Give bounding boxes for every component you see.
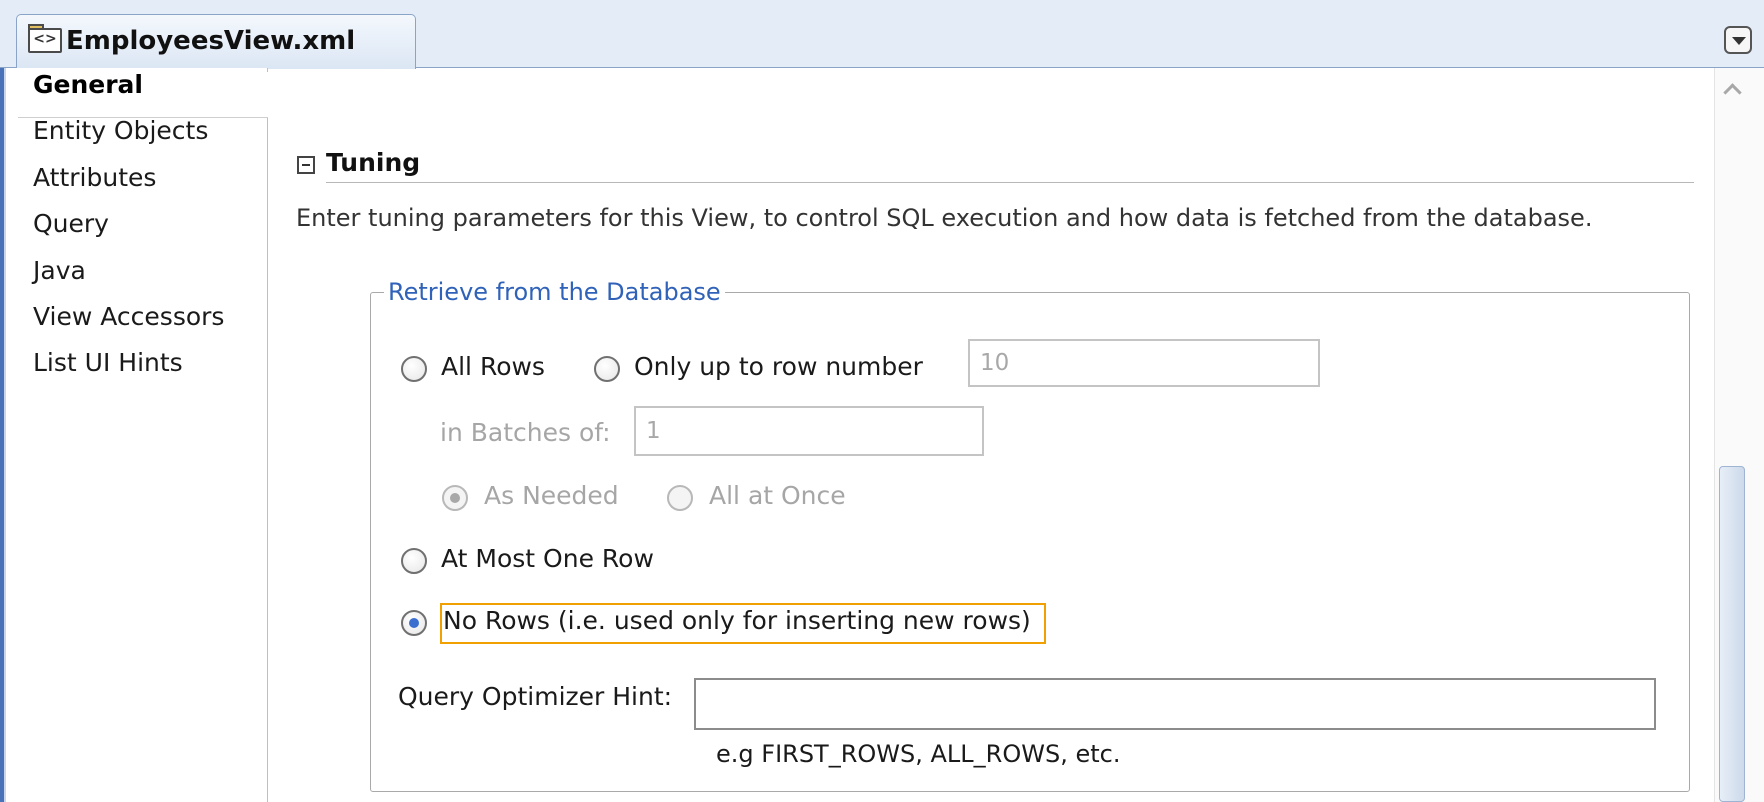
batches-field[interactable]	[634, 406, 984, 456]
only-up-to-label[interactable]: Only up to row number	[634, 352, 923, 381]
scroll-up-arrow-icon[interactable]	[1722, 80, 1746, 100]
all-rows-radio[interactable]	[401, 356, 427, 382]
at-most-one-row-label[interactable]: At Most One Row	[441, 544, 654, 573]
no-rows-radio[interactable]	[401, 610, 427, 636]
no-rows-label[interactable]: No Rows (i.e. used only for inserting ne…	[443, 606, 1031, 635]
section-divider	[326, 182, 1694, 183]
chevron-down-icon	[1732, 37, 1746, 45]
editor-tab-title[interactable]: EmployeesView.xml	[66, 26, 355, 56]
as-needed-radio[interactable]	[442, 485, 468, 511]
all-at-once-label[interactable]: All at Once	[709, 481, 846, 510]
nav-item-query[interactable]: Query	[33, 209, 109, 238]
nav-item-list-ui-hints[interactable]: List UI Hints	[33, 348, 183, 377]
collapse-section-icon[interactable]	[297, 156, 315, 174]
nav-item-view-accessors[interactable]: View Accessors	[33, 302, 224, 331]
query-hint-example: e.g FIRST_ROWS, ALL_ROWS, etc.	[716, 740, 1121, 768]
nav-item-attributes[interactable]: Attributes	[33, 163, 156, 192]
xml-file-icon: <>	[28, 24, 62, 53]
scrollbar-thumb[interactable]	[1719, 466, 1745, 802]
frame-border-inner	[4, 68, 6, 802]
nav-item-entity-objects[interactable]: Entity Objects	[33, 116, 208, 145]
row-number-field[interactable]	[968, 339, 1320, 387]
nav-item-general[interactable]: General	[33, 70, 143, 99]
nav-item-java[interactable]: Java	[33, 256, 86, 285]
query-hint-label: Query Optimizer Hint:	[398, 682, 673, 711]
at-most-one-row-radio[interactable]	[401, 548, 427, 574]
group-title: Retrieve from the Database	[384, 278, 725, 306]
as-needed-label[interactable]: As Needed	[484, 481, 619, 510]
all-rows-label[interactable]: All Rows	[441, 352, 545, 381]
section-description: Enter tuning parameters for this View, t…	[296, 204, 1593, 232]
batches-label: in Batches of:	[440, 418, 611, 447]
only-up-to-radio[interactable]	[594, 356, 620, 382]
section-title: Tuning	[326, 148, 421, 177]
all-at-once-radio[interactable]	[667, 485, 693, 511]
editor-menu-button[interactable]	[1724, 26, 1752, 54]
query-hint-field[interactable]	[694, 678, 1656, 730]
